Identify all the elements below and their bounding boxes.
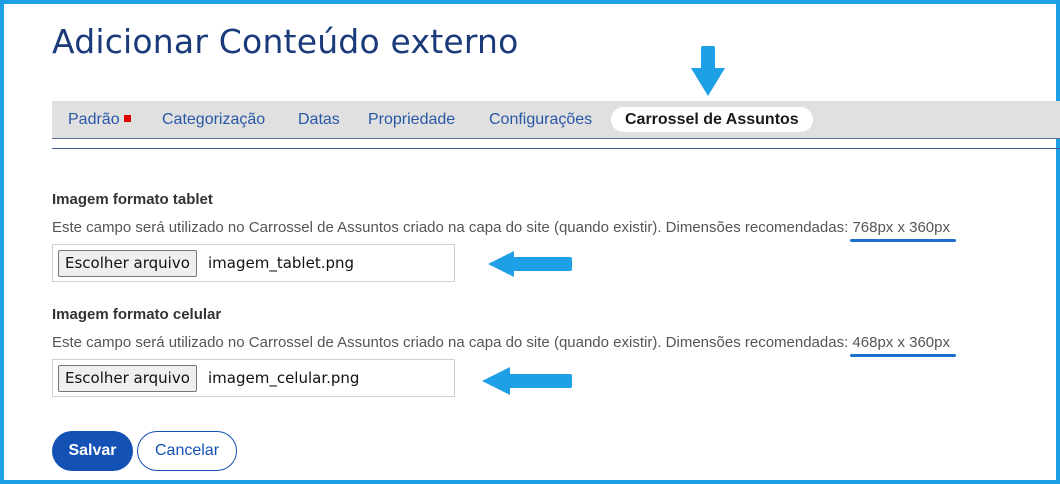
save-button[interactable]: Salvar — [52, 431, 133, 471]
arrow-left-icon — [488, 251, 572, 277]
mobile-image-help: Este campo será utilizado no Carrossel d… — [52, 334, 956, 357]
tab-label: Padrão — [68, 111, 120, 128]
tablet-image-label: Imagem formato tablet — [52, 191, 213, 208]
help-text: Este campo será utilizado no Carrossel d… — [52, 334, 853, 351]
tablet-image-file-input[interactable]: Escolher arquivo imagem_tablet.png — [52, 244, 455, 282]
required-marker — [123, 115, 131, 122]
selected-file-name: imagem_celular.png — [208, 369, 360, 387]
selected-file-name: imagem_tablet.png — [208, 254, 355, 272]
tab-propriedade[interactable]: Propriedade — [368, 101, 455, 138]
tab-carrossel-de-assuntos[interactable]: Carrossel de Assuntos — [611, 107, 813, 132]
tab-bar: Padrão Categorização Datas Propriedade C… — [52, 101, 1060, 139]
tab-configuracoes[interactable]: Configurações — [489, 101, 592, 138]
choose-file-button[interactable]: Escolher arquivo — [58, 365, 197, 392]
dimensions-underline — [850, 239, 956, 242]
help-text: Este campo será utilizado no Carrossel d… — [52, 219, 853, 236]
tab-categorizacao[interactable]: Categorização — [162, 101, 265, 138]
tab-padrao[interactable]: Padrão — [68, 101, 131, 138]
mobile-image-label: Imagem formato celular — [52, 306, 222, 323]
choose-file-button[interactable]: Escolher arquivo — [58, 250, 197, 277]
mobile-image-file-input[interactable]: Escolher arquivo imagem_celular.png — [52, 359, 455, 397]
page-title: Adicionar Conteúdo externo — [52, 22, 519, 61]
tablet-image-help: Este campo será utilizado no Carrossel d… — [52, 219, 956, 242]
recommended-dimensions: 768px x 360px — [850, 219, 956, 242]
arrow-left-icon — [482, 367, 572, 395]
screenshot-frame: Adicionar Conteúdo externo Padrão Catego… — [0, 0, 1060, 484]
tab-datas[interactable]: Datas — [298, 101, 340, 138]
dimensions-text: 468px x 360px — [852, 334, 950, 351]
dimensions-text: 768px x 360px — [852, 219, 950, 236]
cancel-button[interactable]: Cancelar — [137, 431, 237, 471]
dimensions-underline — [850, 354, 956, 357]
recommended-dimensions: 468px x 360px — [850, 334, 956, 357]
tab-divider — [52, 148, 1060, 149]
arrow-down-icon — [691, 46, 725, 96]
